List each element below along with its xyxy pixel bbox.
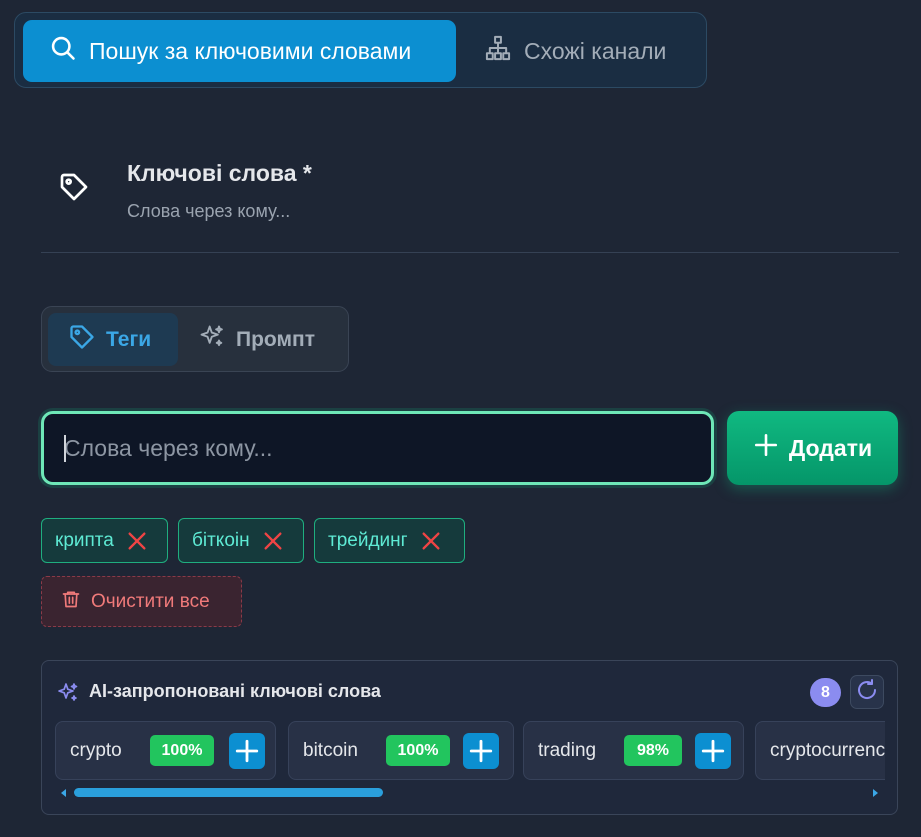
plus-icon[interactable] xyxy=(695,733,731,769)
tag-icon xyxy=(58,171,90,203)
relevance-badge: 100% xyxy=(386,735,450,766)
add-button[interactable]: Додати xyxy=(727,411,898,485)
tab-tags[interactable]: Теги xyxy=(48,313,178,366)
input-mode-tabs: Теги Промпт xyxy=(41,306,349,372)
tag-icon xyxy=(68,323,96,357)
tag-chip: крипта xyxy=(41,518,168,563)
suggestion-word: cryptocurrency xyxy=(770,739,885,761)
suggestion-card[interactable]: bitcoin 100% xyxy=(288,721,514,780)
tag-chip-label: крипта xyxy=(55,529,114,551)
tag-chip: біткоін xyxy=(178,518,304,563)
trash-icon xyxy=(61,589,81,615)
scroll-right-arrow[interactable] xyxy=(873,789,878,797)
refresh-button[interactable] xyxy=(850,675,884,709)
similar-channels-tab[interactable]: Схожі канали xyxy=(480,20,700,82)
keyword-search-tab[interactable]: Пошук за ключовими словами xyxy=(23,20,456,82)
tag-chip-label: біткоін xyxy=(192,529,250,551)
keyword-search-label: Пошук за ключовими словами xyxy=(89,37,412,64)
suggestion-card[interactable]: crypto 100% xyxy=(55,721,276,780)
suggestion-count-badge: 8 xyxy=(810,678,841,707)
close-icon[interactable] xyxy=(126,530,148,552)
suggestion-card[interactable]: cryptocurrency xyxy=(755,721,885,780)
suggestion-word: bitcoin xyxy=(303,739,358,761)
plus-icon[interactable] xyxy=(229,733,265,769)
horizontal-scrollbar-thumb[interactable] xyxy=(74,788,383,797)
ai-suggestions-title: AI-запропоновані ключові слова xyxy=(89,681,381,701)
plus-icon xyxy=(753,432,779,464)
section-divider xyxy=(41,252,899,253)
keyword-input[interactable] xyxy=(41,411,714,485)
keywords-subtitle: Слова через кому... xyxy=(127,201,291,221)
plus-icon[interactable] xyxy=(463,733,499,769)
scroll-left-arrow[interactable] xyxy=(61,789,66,797)
clear-all-label: Очистити все xyxy=(91,590,210,612)
search-icon xyxy=(49,34,77,68)
text-caret xyxy=(64,435,66,462)
tag-chip: трейдинг xyxy=(314,518,465,563)
close-icon[interactable] xyxy=(262,530,284,552)
suggestion-card[interactable]: trading 98% xyxy=(523,721,744,780)
ai-suggestions-panel: AI-запропоновані ключові слова 8 crypto … xyxy=(41,660,898,815)
tab-prompt-label: Промпт xyxy=(236,327,315,351)
suggestions-scroll-row: crypto 100% bitcoin 100% trading 98% cry… xyxy=(55,721,885,780)
close-icon[interactable] xyxy=(420,530,442,552)
relevance-badge: 100% xyxy=(150,735,214,766)
suggestion-word: trading xyxy=(538,739,597,761)
similar-channels-label: Схожі канали xyxy=(524,37,667,64)
add-button-label: Додати xyxy=(788,434,873,461)
clear-all-button[interactable]: Очистити все xyxy=(41,576,242,627)
sparkles-icon xyxy=(198,323,226,357)
search-mode-switch: Пошук за ключовими словами Схожі канали xyxy=(14,12,707,88)
keywords-title: Ключові слова * xyxy=(127,160,312,186)
tag-chip-label: трейдинг xyxy=(328,529,408,551)
suggestion-word: crypto xyxy=(70,739,122,761)
tab-tags-label: Теги xyxy=(106,327,152,351)
sitemap-icon xyxy=(484,34,512,68)
sparkles-icon xyxy=(56,681,80,710)
relevance-badge: 98% xyxy=(624,735,682,766)
tab-prompt[interactable]: Промпт xyxy=(192,313,342,366)
refresh-icon xyxy=(855,678,879,707)
